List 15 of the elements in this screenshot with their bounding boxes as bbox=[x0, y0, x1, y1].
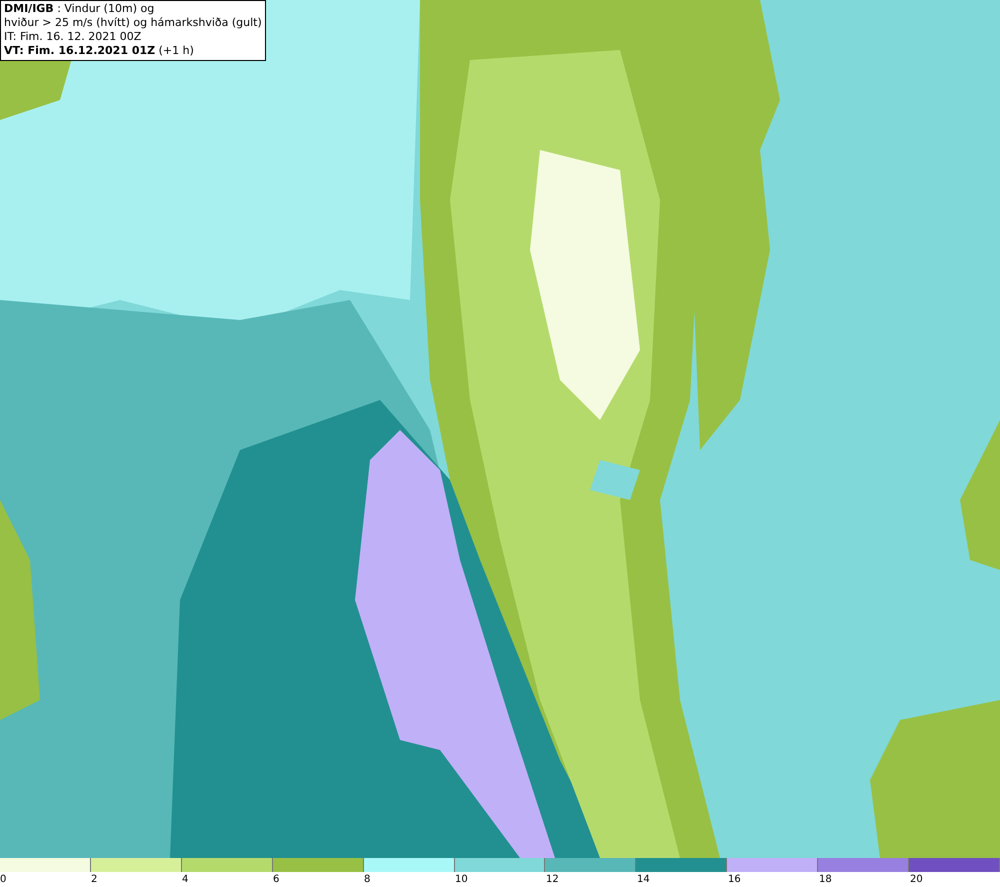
legend-label: 2 bbox=[91, 873, 98, 887]
legend-label: 6 bbox=[273, 873, 280, 887]
legend-label: 8 bbox=[364, 873, 370, 887]
legend-label: 16 bbox=[728, 873, 741, 887]
title-line: hviður > 25 m/s (hvítt) og hámarkshviða (gult) bbox=[4, 16, 262, 30]
legend-label: 18 bbox=[819, 873, 832, 887]
legend-label: 0 bbox=[0, 873, 6, 887]
title-line: VT: Fim. 16.12.2021 01Z (+1 h) bbox=[4, 44, 195, 58]
title-line: DMI/IGB : Vindur (10m) og bbox=[4, 2, 156, 16]
legend-label: 20 bbox=[910, 873, 923, 887]
legend-label: 4 bbox=[182, 873, 188, 887]
legend-label: 12 bbox=[546, 873, 559, 887]
legend-label: 14 bbox=[637, 873, 650, 887]
legend-label: 10 bbox=[455, 873, 468, 887]
title-line: IT: Fim. 16. 12. 2021 00Z bbox=[4, 30, 142, 44]
